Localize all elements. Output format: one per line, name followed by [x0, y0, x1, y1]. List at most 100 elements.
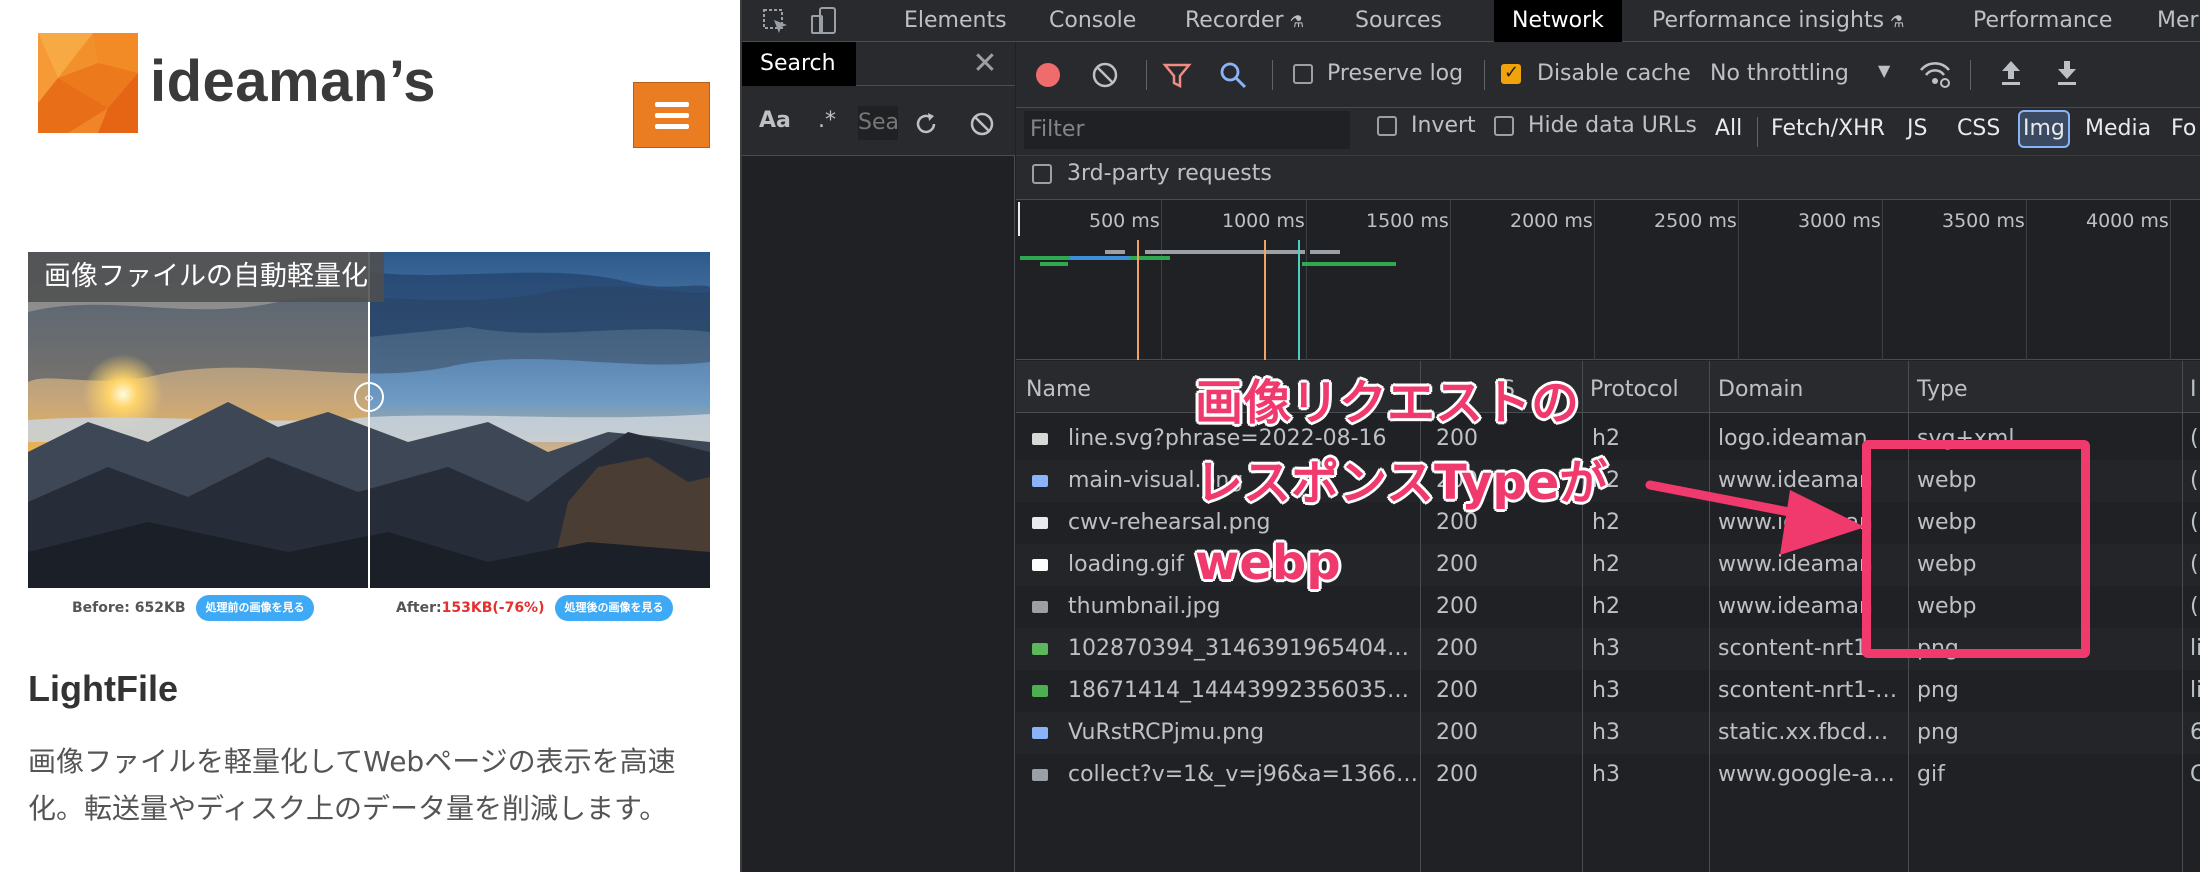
row-protocol: h3 [1592, 720, 1620, 745]
toolbar-separator [1146, 60, 1147, 90]
clear-log-icon[interactable] [1090, 60, 1120, 94]
export-har-icon[interactable] [2054, 58, 2080, 92]
third-party-label: 3rd-party requests [1067, 161, 1272, 186]
file-type-icon [1032, 727, 1048, 739]
filter-funnel-icon[interactable] [1162, 60, 1192, 94]
table-row[interactable]: collect?v=1&_v=j96&a=13661… 200 h3 www.goog… [1016, 754, 2200, 796]
filter-type-media[interactable]: Media [2085, 116, 2151, 141]
timeline-gridline [2026, 200, 2027, 360]
disable-cache-checkbox[interactable] [1501, 62, 1521, 84]
timeline-gridline [1161, 200, 1162, 360]
row-name[interactable]: collect?v=1&_v=j96&a=13661… [1068, 754, 1420, 796]
row-initiator: ( [2190, 594, 2199, 619]
hide-data-urls-checkbox[interactable] [1494, 116, 1514, 136]
tab-network[interactable]: Network [1494, 0, 1622, 42]
table-row[interactable]: 18671414_144439923560355… 200 h3 scontent-n… [1016, 670, 2200, 712]
filter-type-font[interactable]: Fo [2171, 116, 2196, 141]
filter-input[interactable]: Filter [1024, 111, 1350, 149]
timeline-gridline [2170, 200, 2171, 360]
throttling-select[interactable]: No throttling [1710, 61, 1849, 86]
chevron-down-icon[interactable]: ▼ [1878, 61, 1890, 80]
tab-memory[interactable]: Mer [2157, 0, 2199, 42]
filter-separator [1757, 117, 1758, 147]
filter-type-fetch-xhr[interactable]: Fetch/XHR [1771, 116, 1885, 141]
hero-image-comparison[interactable]: ‹› [28, 252, 710, 588]
row-domain: static.xx.fbcd… [1718, 720, 1889, 745]
hamburger-icon-bar [655, 113, 689, 118]
column-protocol[interactable]: Protocol [1590, 377, 1679, 402]
timeline-tick: 2500 ms [1654, 210, 1737, 232]
row-protocol: h2 [1592, 594, 1620, 619]
view-before-button[interactable]: 処理前の画像を見る [196, 595, 314, 621]
file-type-icon [1032, 601, 1048, 613]
column-domain[interactable]: Domain [1718, 377, 1803, 402]
tab-elements[interactable]: Elements [904, 0, 1007, 42]
timeline-gridline [1594, 200, 1595, 360]
import-har-icon[interactable] [1998, 58, 2024, 92]
timeline-tick: 2000 ms [1510, 210, 1593, 232]
timeline-bar [1105, 250, 1125, 254]
invert-label: Invert [1411, 113, 1476, 138]
row-initiator: C [2190, 762, 2200, 787]
column-divider [1420, 361, 1421, 872]
search-tab[interactable]: Search [742, 42, 856, 86]
match-case-button[interactable]: Aa [759, 108, 791, 133]
tab-console[interactable]: Console [1049, 0, 1136, 42]
timeline-bar [1130, 256, 1170, 260]
column-divider [1582, 361, 1583, 872]
filter-type-js[interactable]: JS [1907, 116, 1927, 141]
table-row[interactable]: VuRstRCPjmu.png 200 h3 static.xx.fbcd… png 6 [1016, 712, 2200, 754]
timeline-tick: 4000 ms [2086, 210, 2169, 232]
tab-recorder[interactable]: Recorder ⚗ [1185, 0, 1304, 42]
device-toolbar-icon[interactable] [810, 6, 838, 40]
search-input[interactable]: Sea [858, 106, 898, 140]
view-after-button[interactable]: 処理後の画像を見る [555, 595, 673, 621]
logo-text[interactable]: ideaman’s [150, 48, 436, 115]
dom-content-loaded-marker [1137, 240, 1139, 360]
row-domain: scontent-nrt1-… [1718, 678, 1898, 703]
record-icon[interactable] [1033, 60, 1063, 94]
row-name[interactable]: 18671414_144439923560355… [1068, 670, 1420, 712]
timeline-bar [1040, 262, 1068, 266]
regex-button[interactable]: .* [818, 108, 836, 133]
timeline-bar [1020, 256, 1070, 260]
row-initiator: 6 [2190, 720, 2200, 745]
filter-type-img[interactable]: Img [2018, 110, 2070, 148]
product-description: 画像ファイルを軽量化してWebページの表示を高速化。転送量やディスク上のデータ量… [28, 745, 676, 825]
preserve-log-label: Preserve log [1327, 61, 1464, 86]
logo-mark[interactable] [38, 33, 138, 133]
filter-type-all[interactable]: All [1715, 116, 1742, 141]
column-type[interactable]: Type [1917, 377, 1968, 402]
invert-checkbox[interactable] [1377, 116, 1397, 136]
row-initiator: li [2190, 678, 2200, 703]
row-protocol: h2 [1592, 426, 1620, 451]
tab-sources[interactable]: Sources [1355, 0, 1442, 42]
clear-icon[interactable] [968, 110, 996, 142]
after-value: 153KB(-76%) [441, 600, 545, 616]
tab-performance[interactable]: Performance [1973, 0, 2112, 42]
tab-recorder-label: Recorder [1185, 8, 1284, 33]
close-icon[interactable]: ✕ [965, 42, 1005, 86]
search-icon[interactable] [1218, 60, 1248, 94]
row-name[interactable]: 102870394_31463919654042… [1068, 628, 1420, 670]
network-conditions-icon[interactable] [1918, 58, 1952, 94]
column-initiator[interactable]: I [2190, 377, 2197, 402]
tab-performance-insights[interactable]: Performance insights ⚗ [1652, 0, 1904, 42]
file-type-icon [1032, 433, 1048, 445]
refresh-icon[interactable] [912, 110, 940, 142]
filter-type-css[interactable]: CSS [1957, 116, 2000, 141]
inspect-element-icon[interactable] [762, 8, 790, 40]
disable-cache-label: Disable cache [1537, 61, 1691, 86]
file-type-icon [1032, 643, 1048, 655]
row-name[interactable]: VuRstRCPjmu.png [1068, 712, 1420, 754]
preserve-log-checkbox[interactable] [1293, 64, 1313, 84]
file-type-icon [1032, 685, 1048, 697]
row-status: 200 [1436, 678, 1478, 703]
column-divider [1709, 361, 1710, 872]
row-protocol: h3 [1592, 678, 1620, 703]
row-initiator: ( [2190, 468, 2199, 493]
third-party-checkbox[interactable] [1032, 164, 1052, 184]
toolbar-separator [1272, 60, 1273, 90]
menu-button[interactable] [633, 82, 710, 148]
column-name[interactable]: Name [1026, 377, 1091, 402]
